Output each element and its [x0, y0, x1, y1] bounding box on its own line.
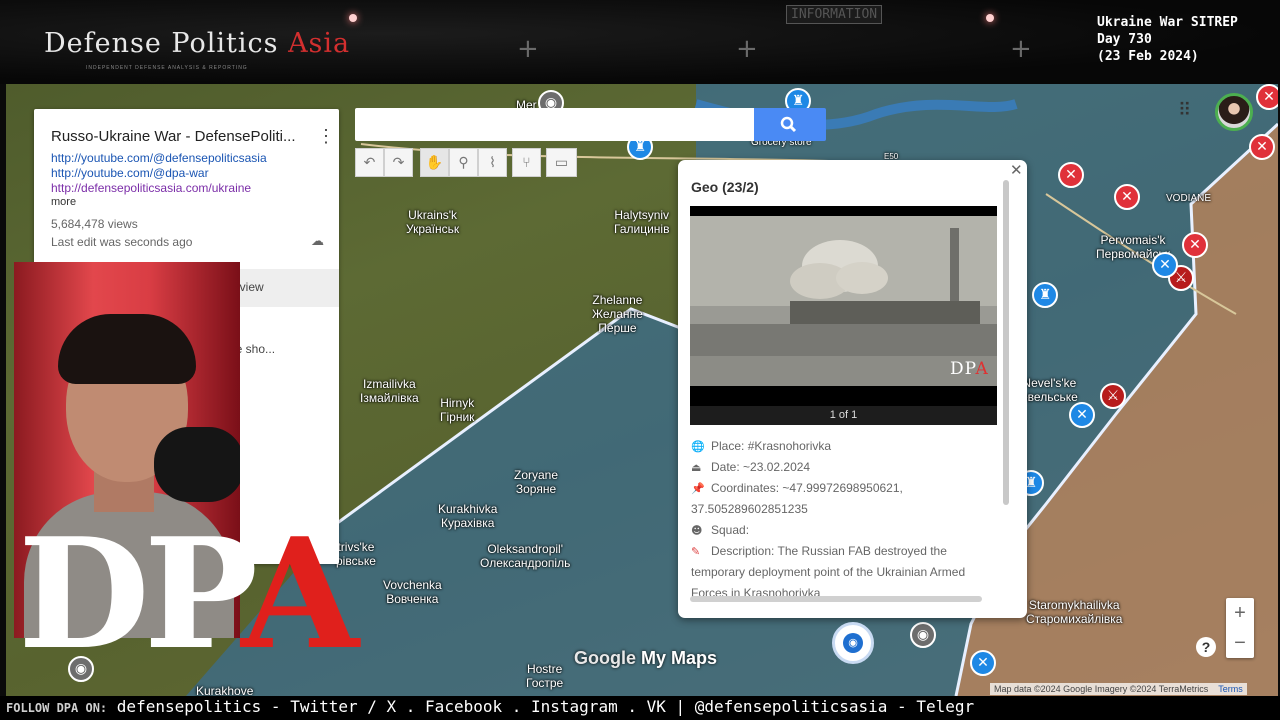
dpa-logo: DPA [18, 504, 359, 683]
description-row: ✎ Description: The Russian FAB destroyed … [691, 541, 991, 604]
more-link[interactable]: more [51, 196, 76, 208]
search-icon [780, 116, 797, 133]
zoom-in-button[interactable]: + [1226, 598, 1254, 628]
ticker-lead: FOLLOW DPA ON: [6, 701, 108, 715]
scrollbar-vertical[interactable] [1003, 180, 1009, 505]
brand-logo: Defense Politics Asia [44, 28, 350, 59]
label-staromykhailivka: Staromykhailivka Старомихайлівка [1026, 598, 1123, 626]
memo-icon: ✎ [691, 545, 701, 558]
youtube-link[interactable]: http://youtube.com/@dpa-war [51, 166, 209, 180]
pushpin-icon: 📌 [691, 482, 705, 495]
brand-tagline: INDEPENDENT DEFENSE ANALYSIS & REPORTING [86, 65, 248, 71]
scrollbar-horizontal[interactable] [690, 596, 982, 602]
zoom-out-button[interactable]: − [1226, 628, 1254, 658]
hand-icon[interactable]: ✋ [420, 148, 449, 177]
website-link[interactable]: http://defensepoliticsasia.com/ukraine [51, 181, 251, 195]
draw-line-icon[interactable]: ⌇ [478, 148, 507, 177]
avatar[interactable] [1215, 93, 1253, 131]
label-zoryane: Zoryane Зоряне [514, 468, 559, 496]
cloud-icon: ☁ [311, 233, 324, 248]
microphone [154, 427, 240, 502]
label-vovchenka: Vovchenka Вовченка [383, 578, 442, 606]
apps-grid-icon[interactable]: ⠿ [1178, 100, 1191, 121]
soldier-icon: ☻ [691, 524, 703, 537]
brand-accent: Asia [288, 28, 351, 59]
label-hirnyk: Hirnyk Гірник [440, 396, 475, 424]
camera-pin[interactable]: ◉ [910, 622, 936, 648]
google-my-maps-logo: Google My Maps [574, 648, 718, 668]
redo-icon[interactable]: ↷ [384, 148, 413, 177]
light-dot [349, 14, 357, 22]
search-input[interactable] [355, 108, 755, 141]
ukrainian-unit-pin[interactable]: ✕ [1152, 252, 1178, 278]
sitrep-title: Ukraine War SITREP [1097, 15, 1238, 30]
terms-link[interactable]: Terms [1218, 684, 1243, 694]
russian-strike-pin[interactable]: ✕ [1114, 184, 1140, 210]
broadcast-banner: + + + Defense Politics Asia INDEPENDENT … [0, 0, 1280, 84]
label-nevelske: Nevel's'ke евельське [1021, 376, 1078, 404]
russian-unit-pin[interactable]: ⚔ [1100, 383, 1126, 409]
presenter-hair [58, 314, 196, 384]
help-button[interactable]: ? [1196, 637, 1216, 657]
more-vert-icon[interactable]: ⋮ [317, 126, 335, 147]
russian-strike-pin[interactable]: ✕ [1058, 162, 1084, 188]
view-count: 5,684,478 views [51, 217, 138, 231]
search-button[interactable] [754, 108, 826, 141]
map-attribution: Map data ©2024 Google Imagery ©2024 Terr… [990, 683, 1247, 695]
calendar-icon: ⏏ [691, 461, 702, 474]
ruler-icon[interactable]: ▭ [546, 148, 577, 177]
close-icon[interactable]: ✕ [1010, 161, 1023, 179]
castle-pin[interactable]: ♜ [1032, 282, 1058, 308]
ticker-text: defensepolitics - Twitter / X . Facebook… [116, 697, 975, 716]
sitrep-date: (23 Feb 2024) [1097, 49, 1199, 64]
russian-strike-pin[interactable]: ✕ [1182, 232, 1208, 258]
information-tag: INFORMATION [786, 5, 883, 24]
crosshair-icon: + [736, 34, 758, 64]
camera-icon: ◉ [843, 633, 863, 653]
zoom-control: + − [1226, 598, 1254, 658]
youtube-link[interactable]: http://youtube.com/@defensepoliticsasia [51, 151, 267, 165]
crosshair-icon: + [517, 34, 539, 64]
label-hostre: Hostre Гостре [526, 662, 564, 690]
label-zhelanne: Zhelanne Желанне Перше [592, 293, 643, 335]
undo-icon[interactable]: ↶ [355, 148, 384, 177]
info-window-title: Geo (23/2) [691, 179, 759, 195]
info-details: 🌐 Place: #Krasnohorivka ⏏ Date: ~23.02.202… [691, 436, 991, 604]
crosshair-icon: + [1010, 34, 1032, 64]
last-edit: Last edit was seconds ago [51, 235, 193, 249]
date-row: ⏏ Date: ~23.02.2024 [691, 457, 991, 478]
ukrainian-unit-pin[interactable]: ✕ [970, 650, 996, 676]
label-izmailivka: Izmailivka Ізмайлівка [360, 377, 419, 405]
photo-watermark: DPA [950, 359, 989, 379]
label-kurakhove: Kurakhove [196, 684, 254, 696]
selected-camera-pin[interactable]: ◉ [832, 622, 874, 664]
globe-icon: 🌐 [691, 440, 705, 453]
label-ukrainsk: Ukrains'k Українськ [406, 208, 460, 236]
geo-photo[interactable]: DPA 1 of 1 [690, 206, 997, 425]
place-row: 🌐 Place: #Krasnohorivka [691, 436, 991, 457]
label-vodiane: VODIANE [1166, 193, 1212, 204]
label-kurakhivka: Kurakhivka Курахівка [438, 502, 498, 530]
sitrep-day: Day 730 [1097, 32, 1152, 47]
squad-row: ☻ Squad: [691, 520, 991, 541]
coords-row-2: 37.505289602851235 [691, 502, 808, 516]
ukrainian-unit-pin[interactable]: ✕ [1069, 402, 1095, 428]
info-window: Geo (23/2) ✕ DPA 1 of 1 🌐 Place: #Krasnoh… [678, 160, 1027, 618]
russian-strike-pin[interactable]: ✕ [1256, 84, 1278, 110]
russian-strike-pin[interactable]: ✕ [1249, 134, 1275, 160]
social-ticker: FOLLOW DPA ON: defensepolitics - Twitter… [0, 696, 1280, 720]
map-title[interactable]: Russo-Ukraine War - DefensePoliti... [51, 128, 296, 145]
label-halytsynivka: Halytsyniv Галицинів [614, 208, 670, 236]
marker-icon[interactable]: ⚲ [449, 148, 478, 177]
route-icon[interactable]: ⑂ [512, 148, 541, 177]
label-oleksandropil: Oleksandropil' Олександропіль [480, 542, 571, 570]
coords-row: 📌 Coordinates: ~47.99972698950621, [691, 478, 991, 499]
brand-main: Defense Politics [44, 28, 279, 59]
light-dot [986, 14, 994, 22]
photo-counter: 1 of 1 [690, 406, 997, 425]
sitrep-caption: Ukraine War SITREP Day 730 (23 Feb 2024) [1097, 14, 1238, 65]
